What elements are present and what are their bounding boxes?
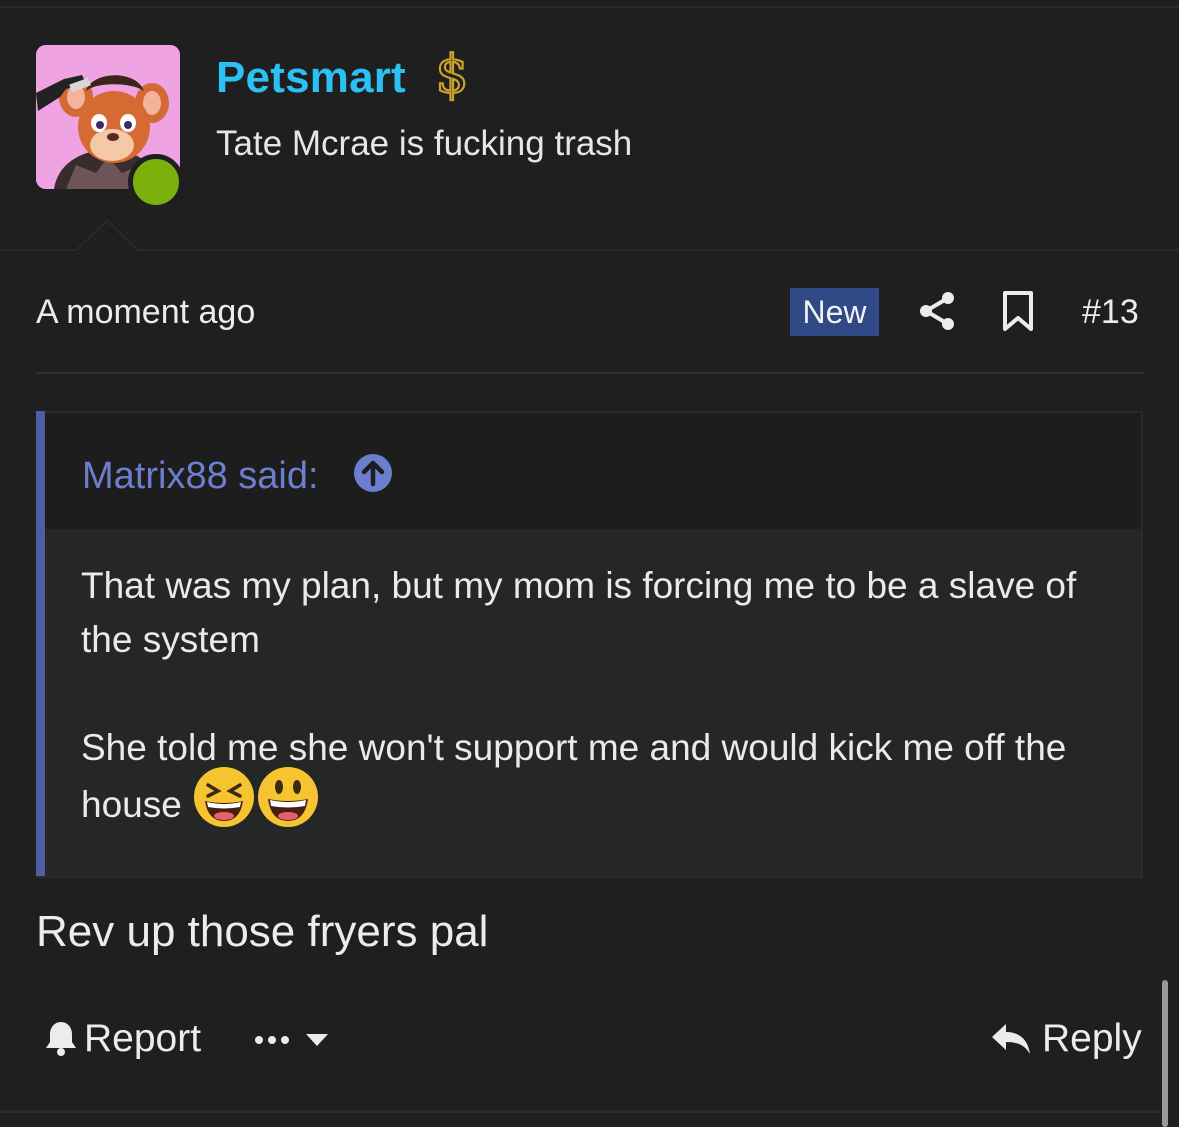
share-icon[interactable]: [916, 290, 958, 332]
meta-divider: [36, 372, 1143, 374]
header-divider: [0, 249, 1179, 251]
header-caret-inner: [76, 222, 138, 252]
scrollbar[interactable]: [1162, 980, 1168, 1127]
bookmark-icon[interactable]: [1000, 290, 1036, 332]
post-meta: A moment ago New #13: [0, 280, 1179, 344]
bell-icon: [46, 1022, 76, 1056]
grinning-emoji-icon: [258, 767, 319, 827]
svg-text:$: $: [435, 45, 468, 104]
more-dots-icon[interactable]: [254, 1026, 334, 1054]
new-badge: New: [790, 288, 879, 336]
post-number-link[interactable]: #13: [1082, 290, 1139, 334]
quote-header: Matrix88 said:: [45, 413, 1141, 529]
quote-body: That was my plan, but my mom is forcing …: [45, 529, 1141, 876]
post-body: Rev up those fryers pal: [36, 907, 489, 956]
dollar-icon: $: [434, 44, 469, 104]
username-link[interactable]: Petsmart: [216, 52, 406, 104]
reply-label: Reply: [1042, 1017, 1142, 1060]
quote-author-link[interactable]: Matrix88 said:: [82, 453, 319, 499]
quote-block: Matrix88 said: That was my plan, but my …: [36, 411, 1143, 878]
user-title: Tate Mcrae is fucking trash: [216, 124, 633, 163]
quote-paragraph: That was my plan, but my mom is forcing …: [81, 565, 1077, 660]
arrow-up-circle-icon[interactable]: [353, 453, 393, 493]
quote-paragraph: She told me she won't support me and wou…: [81, 721, 1121, 839]
squinting-laughing-emoji-icon: [194, 767, 255, 827]
post-timestamp[interactable]: A moment ago: [36, 290, 255, 334]
reply-arrow-icon: [992, 1024, 1030, 1054]
reply-button[interactable]: Reply: [990, 1014, 1142, 1064]
quote-accent-bar: [36, 411, 45, 876]
bottom-divider: [0, 1110, 1160, 1113]
report-label: Report: [84, 1017, 202, 1060]
online-status-dot: [128, 154, 184, 210]
